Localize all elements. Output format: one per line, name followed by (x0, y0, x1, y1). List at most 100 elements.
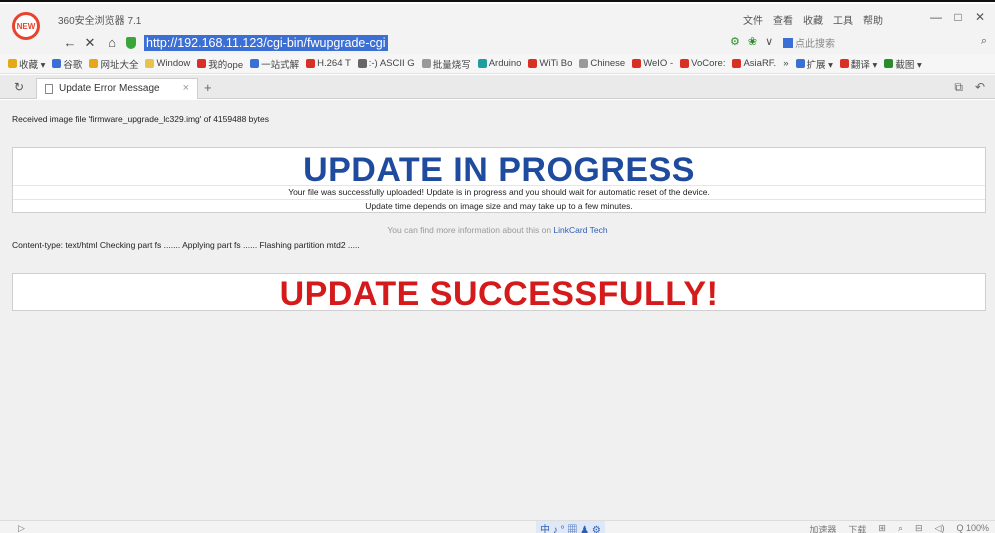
bookmark-icon (477, 59, 487, 68)
back-icon[interactable]: ← (62, 34, 78, 52)
bookmark-item[interactable]: 一站式解 (250, 57, 299, 71)
tab-update-error-message[interactable]: Update Error Message × (36, 78, 198, 99)
minimize-button[interactable]: — (927, 8, 945, 26)
success-panel: UPDATE SUCCESSFULLY! (12, 273, 986, 313)
top-menu: 文件 查看 收藏 工具 帮助 (743, 12, 883, 27)
bookmark-icon (795, 59, 805, 68)
bookmark-label: VoCore: (691, 58, 726, 69)
tab-list-icon[interactable]: ⧉ (954, 80, 963, 95)
bookmark-label: H.264 T (317, 58, 351, 69)
bookmark-icon (145, 59, 155, 68)
bookmark-item[interactable]: 我的ope (197, 57, 243, 71)
bookmark-label: 网址大全 (100, 59, 139, 71)
title-bar: 360安全浏览器 7.1 文件 查看 收藏 工具 帮助 — □ ✕ (0, 4, 995, 32)
bookmark-label: Chinese (590, 58, 626, 69)
home-icon[interactable]: ⌂ (104, 34, 120, 52)
status-bar: ▷ 中 ♪ ° ▦ ♟ ⚙ 加速器 下载 ⊞ ⌕ ⊟ ◁) Q 100% (0, 520, 995, 533)
bookmark-label: Window (156, 58, 191, 69)
more-info-line: You can find more information about this… (0, 225, 995, 235)
bookmark-icon (357, 59, 367, 68)
status-item[interactable]: Q 100% (956, 523, 989, 533)
url-input[interactable]: http://192.168.11.123/cgi-bin/fwupgrade-… (144, 35, 388, 51)
app-title: 360安全浏览器 7.1 (58, 16, 142, 27)
menu-file[interactable]: 文件 (743, 12, 763, 27)
bookmark-icon (884, 59, 894, 68)
more-info-text: You can find more information about this… (387, 225, 552, 235)
tab-label: Update Error Message (59, 83, 160, 94)
bookmark-item[interactable]: 翻译 ▾ (839, 57, 877, 71)
status-item[interactable]: 加速器 (809, 523, 836, 533)
bookmark-label: » (783, 58, 789, 69)
window-controls: — □ ✕ (927, 8, 989, 26)
bookmark-icon (8, 59, 17, 68)
bookmark-item[interactable]: 批量烧写 (421, 57, 471, 71)
progress-message-upload: Your file was successfully uploaded! Upd… (288, 187, 710, 197)
received-file-text: Received image file 'firmware_upgrade_lc… (12, 114, 269, 124)
bookmark-icon (632, 59, 642, 68)
menu-favorites[interactable]: 收藏 (803, 12, 823, 27)
leaf-icon[interactable]: ❀ (748, 35, 757, 48)
gear-icon[interactable]: ⚙ (730, 35, 740, 48)
menu-view[interactable]: 查看 (773, 12, 793, 27)
new-tab-button[interactable]: + (204, 80, 212, 95)
status-item[interactable]: ⊞ (878, 523, 886, 533)
bookmark-item[interactable]: WeIO - (632, 58, 673, 69)
progress-panel: UPDATE IN PROGRESS Your file was success… (12, 147, 986, 213)
search-engine-icon[interactable] (783, 37, 793, 48)
ime-icons: 中 ♪ ° ▦ ♟ ⚙ (540, 524, 601, 533)
close-window-button[interactable]: ✕ (971, 8, 989, 26)
bookmark-icon (52, 59, 62, 68)
status-tools: 加速器 下载 ⊞ ⌕ ⊟ ◁) Q 100% (809, 523, 989, 533)
bookmark-item[interactable]: WiTi Bo (528, 58, 572, 69)
search-input[interactable]: 点此搜索 (783, 35, 903, 51)
bookmark-item[interactable]: 扩展 ▾ (795, 57, 833, 71)
bookmark-icon (197, 59, 207, 68)
browser-logo-icon[interactable]: NEW (12, 12, 40, 40)
document-icon (45, 84, 53, 94)
bookmark-label: 截图 ▾ (895, 59, 922, 71)
progress-message-time: Update time depends on image size and ma… (365, 201, 633, 211)
bookmark-label: 谷歌 (63, 59, 83, 71)
status-item[interactable]: 下载 (848, 523, 866, 533)
play-icon[interactable]: ▷ (18, 523, 25, 533)
status-item[interactable]: ⌕ (898, 523, 903, 533)
status-item[interactable]: ⊟ (915, 523, 923, 533)
bookmark-item[interactable]: H.264 T (306, 58, 351, 69)
bookmark-item[interactable]: 收藏 ▾ (8, 57, 45, 71)
bookmark-item[interactable]: Arduino (477, 58, 522, 69)
search-placeholder: 点此搜索 (795, 39, 835, 50)
status-item[interactable]: ◁) (935, 523, 945, 533)
address-bar: ← ✕ ⌂ http://192.168.11.123/cgi-bin/fwup… (0, 32, 995, 54)
bookmark-item[interactable]: VoCore: (680, 58, 725, 69)
ime-toolbar[interactable]: 中 ♪ ° ▦ ♟ ⚙ (536, 521, 605, 533)
stop-icon[interactable]: ✕ (82, 34, 98, 52)
bookmark-item[interactable]: 截图 ▾ (884, 57, 922, 71)
restore-tab-icon[interactable]: ↻ (14, 80, 24, 94)
bookmark-icon (250, 59, 260, 68)
maximize-button[interactable]: □ (949, 8, 967, 26)
bookmark-label: 一站式解 (261, 59, 300, 71)
bookmark-label: 我的ope (208, 59, 244, 71)
undo-close-icon[interactable]: ↶ (975, 80, 985, 95)
search-icon[interactable]: ⌕ (981, 35, 987, 48)
bookmark-item[interactable]: Window (145, 58, 190, 69)
menu-help[interactable]: 帮助 (863, 12, 883, 27)
bookmark-item[interactable]: 谷歌 (52, 57, 82, 71)
bookmark-item[interactable]: » (783, 58, 788, 69)
panel-divider (13, 199, 985, 200)
tab-close-icon[interactable]: × (183, 82, 189, 94)
bookmark-icon (680, 59, 690, 68)
security-shield-icon (126, 37, 136, 49)
address-tools: ⚙ ❀ ∨ (730, 35, 773, 48)
bookmark-label: Arduino (488, 58, 522, 69)
bookmark-item[interactable]: Chinese (579, 58, 625, 69)
bookmark-item[interactable]: AsiaRF. (732, 58, 776, 69)
linkcard-tech-link[interactable]: LinkCard Tech (553, 225, 607, 235)
logo-badge-text: NEW (16, 22, 36, 31)
chevron-down-icon[interactable]: ∨ (765, 35, 773, 48)
bookmark-item[interactable]: 网址大全 (89, 57, 138, 71)
bookmark-icon (89, 59, 99, 68)
menu-tools[interactable]: 工具 (833, 12, 853, 27)
bookmark-item[interactable]: :-) ASCII G (357, 58, 415, 69)
bookmark-label: :-) ASCII G (368, 58, 415, 69)
